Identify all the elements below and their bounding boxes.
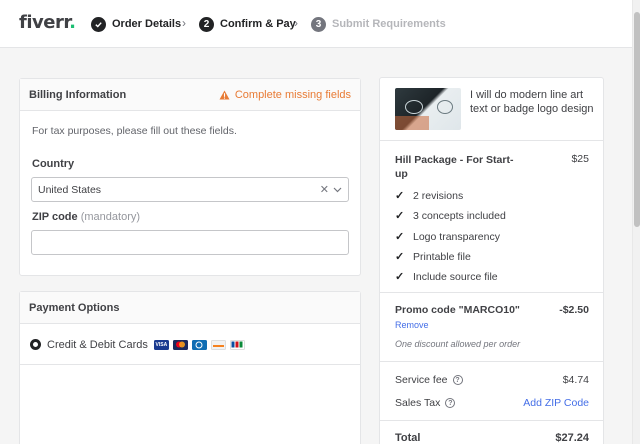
warning-text: Complete missing fields — [234, 88, 351, 101]
service-fee-value: $4.74 — [562, 374, 589, 386]
discount-note: One discount allowed per order — [395, 339, 521, 349]
remove-promo-link[interactable]: Remove — [395, 320, 429, 330]
payment-options-card: Payment Options Credit & Debit Cards VIS… — [19, 291, 361, 444]
service-fee-label: Service fee? — [395, 374, 463, 386]
gig-title: I will do modern line art text or badge … — [470, 89, 594, 115]
package-name: Hill Package - For Start-up — [395, 154, 514, 180]
billing-information-card: Billing Information Complete missing fie… — [19, 78, 361, 276]
check-circle-icon — [91, 16, 106, 32]
order-summary-card: I will do modern line art text or badge … — [379, 77, 604, 444]
mastercard-icon — [172, 339, 188, 350]
add-zip-code-link[interactable]: Add ZIP Code — [523, 397, 589, 409]
zip-mandatory-hint: (mandatory) — [80, 211, 141, 223]
check-icon: ✓ — [395, 210, 405, 222]
feature-item: ✓ Logo transparency — [395, 230, 500, 244]
feature-item: ✓ Printable file — [395, 250, 471, 264]
info-icon[interactable]: ? — [445, 398, 456, 408]
chevron-right-icon: › — [294, 16, 298, 30]
chevron-right-icon: › — [182, 16, 186, 30]
feature-item: ✓ 3 concepts included — [395, 209, 506, 223]
warning-icon — [219, 89, 230, 100]
diners-icon — [191, 339, 207, 350]
billing-header: Billing Information Complete missing fie… — [20, 79, 360, 111]
step-label: Order Details — [112, 18, 182, 30]
zip-code-input[interactable] — [31, 230, 349, 255]
complete-missing-fields-warning: Complete missing fields — [219, 89, 351, 101]
jcb-icon — [229, 339, 245, 350]
total-label: Total — [395, 432, 421, 444]
fiverr-logo[interactable]: fiverr. — [19, 12, 76, 33]
total-value: $27.24 — [555, 432, 589, 444]
step-confirm-pay[interactable]: 2 Confirm & Pay — [199, 16, 296, 32]
check-icon: ✓ — [395, 231, 405, 243]
check-icon: ✓ — [395, 190, 405, 202]
payment-title: Payment Options — [29, 301, 120, 314]
scrollbar-thumb[interactable] — [634, 12, 640, 227]
feature-item: ✓ 2 revisions — [395, 189, 464, 203]
country-label: Country — [32, 158, 75, 170]
step-number: 2 — [199, 16, 214, 32]
step-number: 3 — [311, 16, 326, 32]
tax-note: For tax purposes, please fill out these … — [32, 125, 237, 137]
check-icon: ✓ — [395, 271, 405, 283]
country-value: United States — [38, 183, 102, 196]
promo-discount: -$2.50 — [559, 304, 589, 316]
credit-debit-option[interactable]: Credit & Debit Cards VISA — [20, 325, 360, 365]
gig-thumbnail — [395, 88, 461, 130]
zip-label: ZIP code (mandatory) — [32, 211, 141, 223]
chevron-down-icon[interactable] — [333, 187, 342, 193]
sales-tax-label: Sales Tax? — [395, 397, 456, 409]
top-bar: fiverr. Order Details › 2 Confirm & Pay … — [0, 0, 632, 48]
page-scrollbar[interactable] — [632, 0, 640, 444]
billing-title: Billing Information — [29, 88, 127, 101]
info-icon[interactable]: ? — [452, 375, 463, 385]
payment-header: Payment Options — [20, 292, 360, 324]
clear-icon[interactable]: ✕ — [320, 183, 329, 196]
radio-button[interactable] — [30, 339, 41, 350]
feature-item: ✓ Include source file — [395, 270, 498, 284]
step-label: Confirm & Pay — [220, 18, 296, 30]
step-label: Submit Requirements — [332, 18, 446, 30]
discover-icon — [210, 339, 226, 350]
country-select[interactable]: United States ✕ — [31, 177, 349, 202]
check-icon: ✓ — [395, 251, 405, 263]
package-price: $25 — [571, 153, 589, 165]
promo-code-label: Promo code "MARCO10" — [395, 304, 520, 316]
step-submit-requirements: 3 Submit Requirements — [311, 16, 446, 32]
step-order-details[interactable]: Order Details — [91, 16, 181, 32]
payment-method-label: Credit & Debit Cards — [47, 338, 148, 351]
visa-icon: VISA — [153, 339, 169, 350]
